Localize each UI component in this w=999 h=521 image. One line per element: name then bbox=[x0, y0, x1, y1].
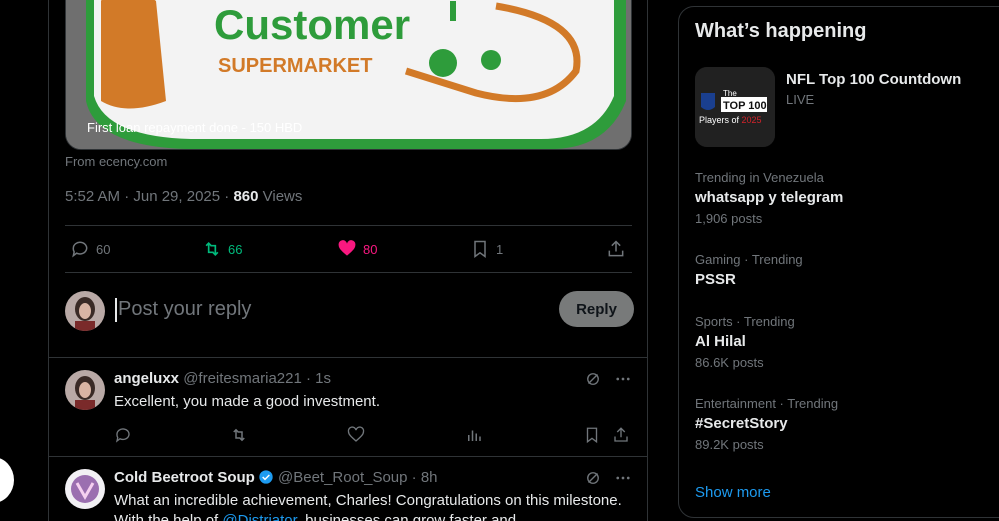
trend-posts: 1,906 posts bbox=[695, 211, 763, 226]
card-logo-customer: Customer bbox=[214, 1, 410, 48]
trend-item[interactable]: Gaming · Trending PSSR · bbox=[695, 252, 999, 288]
mention-link[interactable]: @Distriator bbox=[222, 512, 296, 521]
repost-icon bbox=[205, 241, 219, 257]
thumb-top100: TOP 100 bbox=[723, 100, 767, 112]
heart-icon bbox=[347, 426, 365, 442]
panel-title: What’s happening bbox=[695, 20, 867, 42]
trend-posts: 89.2K posts bbox=[695, 437, 764, 452]
author-name[interactable]: angeluxx bbox=[114, 370, 179, 387]
tweet-text: Excellent, you made a good investment. bbox=[114, 393, 380, 410]
avatar[interactable] bbox=[65, 469, 105, 509]
bookmark-action[interactable] bbox=[583, 426, 601, 449]
divider bbox=[65, 272, 632, 273]
bookmark-icon bbox=[474, 240, 486, 258]
thumb-year: 2025 bbox=[742, 115, 762, 125]
more-icon[interactable] bbox=[614, 469, 632, 487]
divider bbox=[49, 456, 647, 457]
link-card[interactable]: Customer SUPERMARKET First loan repaymen… bbox=[65, 0, 632, 150]
trend-topic: whatsapp y telegram bbox=[695, 189, 844, 206]
thumb-players: Players of bbox=[699, 115, 742, 125]
trend-context: Sports · Trending bbox=[695, 314, 795, 329]
trend-topic: Al Hilal bbox=[695, 333, 746, 350]
tweet-actions bbox=[114, 426, 632, 448]
tweet-text-part: , businesses can grow faster and bbox=[296, 512, 517, 521]
share-action[interactable] bbox=[606, 233, 626, 265]
show-more-link[interactable]: Show more bbox=[695, 484, 771, 501]
post-timestamp[interactable]: 5:52 AM · Jun 29, 2025 · bbox=[65, 188, 233, 205]
trend-item[interactable]: Sports · Trending Al Hilal 86.6K posts · bbox=[695, 314, 999, 370]
avatar[interactable] bbox=[65, 291, 105, 331]
divider bbox=[65, 225, 632, 226]
post-actions: 60 66 80 1 bbox=[65, 233, 632, 265]
reply-action[interactable] bbox=[114, 426, 132, 449]
trend-item[interactable]: Entertainment · Trending #SecretStory 89… bbox=[695, 396, 999, 452]
tweet-text: What an incredible achievement, Charles!… bbox=[114, 491, 624, 521]
avatar[interactable] bbox=[65, 370, 105, 410]
share-icon bbox=[608, 240, 624, 257]
tweet-header: angeluxx @freitesmaria221 · 1s bbox=[114, 370, 331, 387]
avatar-image bbox=[65, 469, 105, 509]
repost-count: 66 bbox=[228, 241, 243, 257]
trend-topic: #SecretStory bbox=[695, 415, 788, 432]
reply-composer: Post your reply Reply bbox=[65, 290, 634, 332]
like-action[interactable] bbox=[347, 426, 365, 449]
bookmark-icon bbox=[586, 427, 598, 444]
more-icon[interactable] bbox=[614, 370, 632, 388]
reply-tweet[interactable]: angeluxx @freitesmaria221 · 1s Excellent… bbox=[65, 370, 632, 450]
card-source[interactable]: From ecency.com bbox=[65, 154, 167, 169]
featured-event[interactable]: The TOP 100 Players of 2025 NFL Top 100 … bbox=[695, 67, 995, 147]
verified-badge-icon bbox=[259, 470, 273, 484]
avatar-image bbox=[65, 291, 105, 331]
reply-action[interactable]: 60 bbox=[70, 233, 110, 265]
trend-item[interactable]: Trending in Venezuela whatsapp y telegra… bbox=[695, 170, 999, 226]
tweet-header: Cold Beetroot Soup @Beet_Root_Soup · 8h bbox=[114, 469, 438, 486]
bookmark-count: 1 bbox=[496, 241, 504, 257]
reply-input[interactable]: Post your reply bbox=[115, 298, 251, 322]
heart-icon bbox=[338, 240, 356, 256]
trend-context: Entertainment · Trending bbox=[695, 396, 839, 411]
grok-icon[interactable] bbox=[584, 469, 602, 487]
svg-text:Players of 2025: Players of 2025 bbox=[699, 115, 762, 125]
divider bbox=[49, 357, 647, 358]
reply-count: 60 bbox=[96, 241, 111, 257]
reply-tweet[interactable]: Cold Beetroot Soup @Beet_Root_Soup · 8h … bbox=[65, 469, 632, 521]
views-count: 860 bbox=[233, 188, 259, 205]
tweet-top-icons bbox=[584, 370, 632, 388]
trend-topic: PSSR bbox=[695, 271, 736, 288]
author-handle[interactable]: @freitesmaria221 · 1s bbox=[183, 370, 331, 387]
author-name[interactable]: Cold Beetroot Soup bbox=[114, 469, 255, 486]
reply-button[interactable]: Reply bbox=[559, 291, 634, 327]
trend-context: Gaming · Trending bbox=[695, 252, 803, 267]
main-column: Customer SUPERMARKET First loan repaymen… bbox=[48, 0, 648, 521]
grok-icon[interactable] bbox=[584, 370, 602, 388]
repost-icon bbox=[233, 428, 245, 442]
bookmark-action[interactable]: 1 bbox=[470, 233, 503, 265]
tweet-top-icons bbox=[584, 469, 632, 487]
views-action[interactable] bbox=[465, 426, 483, 449]
event-status: LIVE bbox=[786, 92, 815, 107]
repost-action[interactable] bbox=[230, 426, 248, 449]
thumb-the: The bbox=[723, 89, 737, 98]
analytics-icon bbox=[468, 430, 481, 441]
reply-icon bbox=[115, 428, 130, 443]
author-handle[interactable]: @Beet_Root_Soup · 8h bbox=[278, 469, 438, 486]
trend-context: Trending in Venezuela bbox=[695, 170, 824, 185]
event-title: NFL Top 100 Countdown bbox=[786, 71, 962, 88]
like-action[interactable]: 80 bbox=[337, 233, 377, 265]
reply-icon bbox=[72, 241, 88, 258]
card-caption: First loan repayment done - 150 HBD bbox=[87, 120, 303, 135]
share-icon bbox=[614, 427, 628, 442]
event-thumbnail: The TOP 100 Players of 2025 bbox=[695, 67, 775, 147]
whats-happening-panel: What’s happening The TOP 100 Players of … bbox=[678, 6, 999, 518]
repost-action[interactable]: 66 bbox=[202, 233, 242, 265]
nfl-top100-image: The TOP 100 Players of 2025 bbox=[695, 67, 775, 147]
avatar-image bbox=[65, 370, 105, 410]
card-logo-supermarket: SUPERMARKET bbox=[218, 55, 372, 77]
floating-action-button[interactable] bbox=[0, 457, 14, 503]
views-label: Views bbox=[258, 188, 303, 205]
like-count: 80 bbox=[363, 241, 378, 257]
trend-posts: 86.6K posts bbox=[695, 355, 764, 370]
post-meta: 5:52 AM · Jun 29, 2025 · 860 Views bbox=[65, 188, 302, 205]
share-action[interactable] bbox=[612, 426, 630, 449]
